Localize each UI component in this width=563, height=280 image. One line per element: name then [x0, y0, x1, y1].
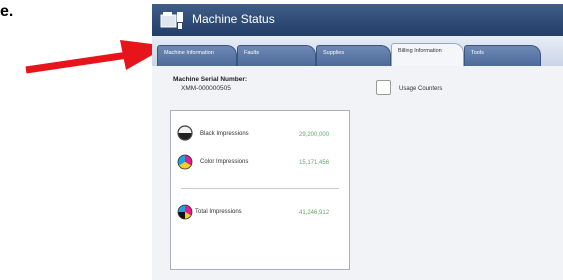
tab-label: Faults [244, 50, 259, 56]
tab-supplies[interactable]: Supplies [316, 45, 391, 66]
black-impressions-label: Black Impressions [200, 131, 249, 137]
tab-billing-information[interactable]: Billing Information [391, 43, 464, 66]
red-arrow-annotation [25, 40, 168, 74]
black-toner-icon [177, 125, 193, 146]
total-impressions-value: 41,246,912 [299, 210, 330, 216]
tab-label: Tools [471, 50, 484, 56]
tab-label: Machine Information [164, 50, 214, 56]
panel-divider [181, 188, 339, 189]
color-impressions-label: Color Impressions [200, 159, 249, 165]
color-toner-icon [177, 154, 193, 175]
machine-status-window: Machine Status Machine Information Fault… [152, 4, 563, 280]
billing-information-pane: Machine Serial Number: XMM-000000505 Usa… [152, 66, 563, 280]
usage-counters-button[interactable] [376, 80, 391, 95]
tab-tools[interactable]: Tools [464, 45, 541, 66]
serial-number-label: Machine Serial Number: [173, 76, 248, 83]
serial-number-value: XMM-000000505 [181, 85, 231, 92]
tab-bar: Machine Information Faults Supplies Bill… [152, 36, 563, 66]
usage-counters-label: Usage Counters [399, 86, 443, 92]
title-bar: Machine Status [152, 4, 563, 36]
impressions-panel: Black Impressions 29,200,000 Color Impre… [170, 110, 350, 270]
total-impressions-label: Total Impressions [195, 209, 242, 215]
tab-machine-information[interactable]: Machine Information [157, 45, 237, 66]
tab-faults[interactable]: Faults [237, 45, 316, 66]
tab-label: Billing Information [398, 48, 442, 54]
black-impressions-value: 29,200,000 [299, 132, 330, 138]
window-title: Machine Status [192, 12, 275, 26]
tab-label: Supplies [323, 50, 345, 56]
total-impressions-icon [177, 204, 193, 225]
machine-icon [160, 9, 184, 36]
color-impressions-value: 15,171,456 [299, 160, 330, 166]
arrow-shaft [25, 51, 129, 74]
